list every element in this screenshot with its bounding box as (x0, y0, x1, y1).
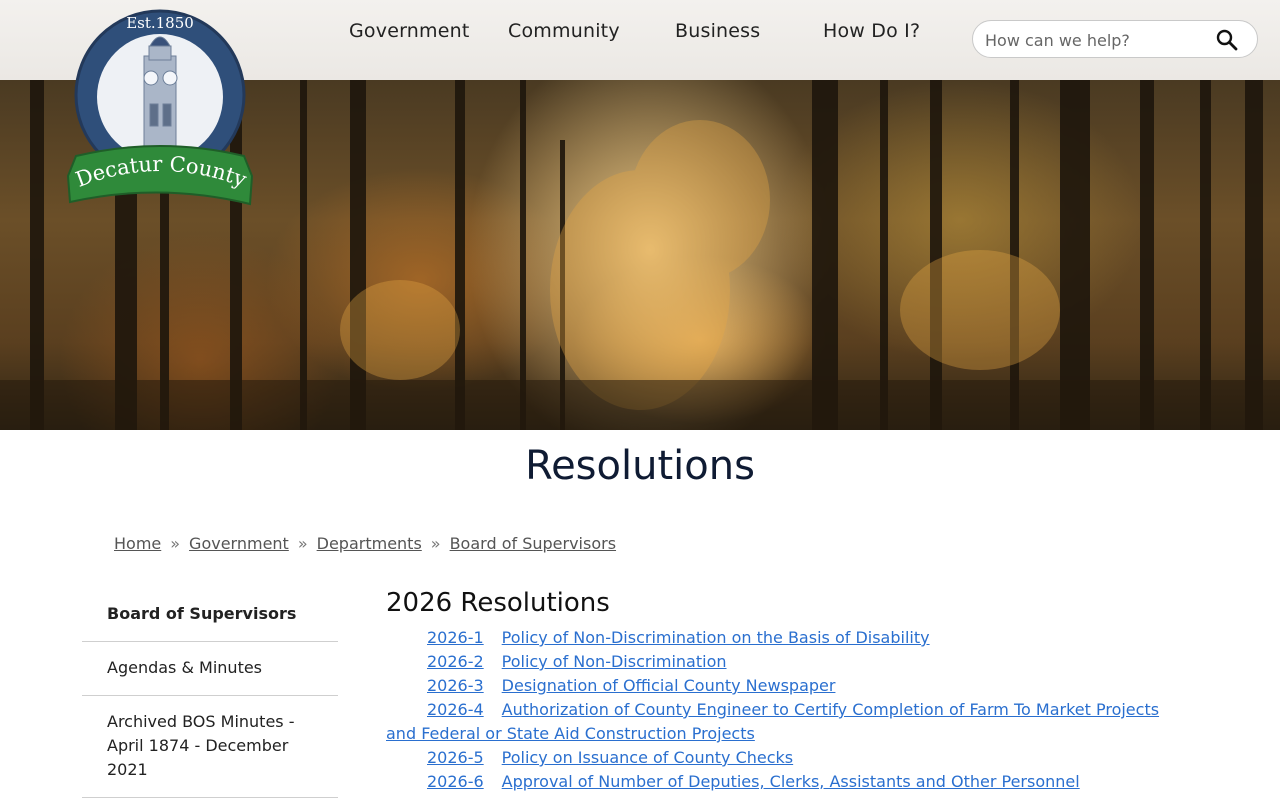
resolution-link[interactable]: 2026-4 Authorization of County Engineer t… (386, 698, 1176, 746)
resolution-number: 2026-5 (427, 748, 484, 767)
page-title: Resolutions (525, 443, 755, 489)
breadcrumb-board-of-supervisors[interactable]: Board of Supervisors (450, 534, 616, 553)
sidebar-item-agendas-minutes[interactable]: Agendas & Minutes (82, 642, 338, 696)
breadcrumb: Home » Government » Departments » Board of Sup… (114, 534, 616, 553)
nav-government[interactable]: Government (349, 20, 470, 42)
resolution-title: Approval of Number of Deputies, Clerks, … (501, 772, 1080, 791)
breadcrumb-separator: » (430, 534, 441, 553)
nav-community[interactable]: Community (508, 20, 620, 42)
resolution-number: 2026-1 (427, 628, 484, 647)
breadcrumb-home[interactable]: Home (114, 534, 161, 553)
resolution-number: 2026-2 (427, 652, 484, 671)
resolution-link[interactable]: 2026-3 Designation of Official County New… (386, 674, 1176, 698)
logo-est-text: Est.1850 (126, 14, 194, 32)
resolution-link[interactable]: 2026-6 Approval of Number of Deputies, Cl… (386, 770, 1176, 794)
resolution-title: Policy of Non-Discrimination (501, 652, 727, 671)
resolution-link[interactable]: 2026-2 Policy of Non-Discrimination (386, 650, 1176, 674)
resolution-title: Authorization of County Engineer to Cert… (386, 700, 1160, 743)
resolution-title: Designation of Official County Newspaper (501, 676, 836, 695)
breadcrumb-separator: » (170, 534, 181, 553)
section-title: 2026 Resolutions (386, 588, 610, 618)
search-box (972, 20, 1258, 59)
nav-business[interactable]: Business (675, 20, 760, 42)
resolution-number: 2026-4 (427, 700, 484, 719)
resolution-title: Policy of Non-Discrimination on the Basi… (501, 628, 930, 647)
resolution-list: 2026-1 Policy of Non-Discrimination on th… (386, 626, 1176, 794)
breadcrumb-government[interactable]: Government (189, 534, 289, 553)
resolution-title: Policy on Issuance of County Checks (501, 748, 794, 767)
resolution-number: 2026-3 (427, 676, 484, 695)
nav-how-do-i[interactable]: How Do I? (823, 20, 920, 42)
breadcrumb-separator: » (297, 534, 308, 553)
search-icon[interactable] (1215, 28, 1239, 52)
resolution-number: 2026-6 (427, 772, 484, 791)
search-input[interactable] (983, 21, 1207, 59)
sidebar-item-board-of-supervisors[interactable]: Board of Supervisors (82, 588, 338, 642)
sidebar-nav: Board of Supervisors Agendas & Minutes A… (82, 588, 338, 798)
resolution-link[interactable]: 2026-5 Policy on Issuance of County Check… (386, 746, 1176, 770)
county-logo[interactable]: Est.1850 Decatur County (64, 6, 256, 208)
resolution-link[interactable]: 2026-1 Policy of Non-Discrimination on th… (386, 626, 1176, 650)
breadcrumb-departments[interactable]: Departments (317, 534, 422, 553)
main-content: 2026 Resolutions 2026-1 Policy of Non-Dis… (386, 586, 1176, 794)
sidebar-item-archived-bos-minutes[interactable]: Archived BOS Minutes - April 1874 - Dece… (82, 696, 338, 798)
